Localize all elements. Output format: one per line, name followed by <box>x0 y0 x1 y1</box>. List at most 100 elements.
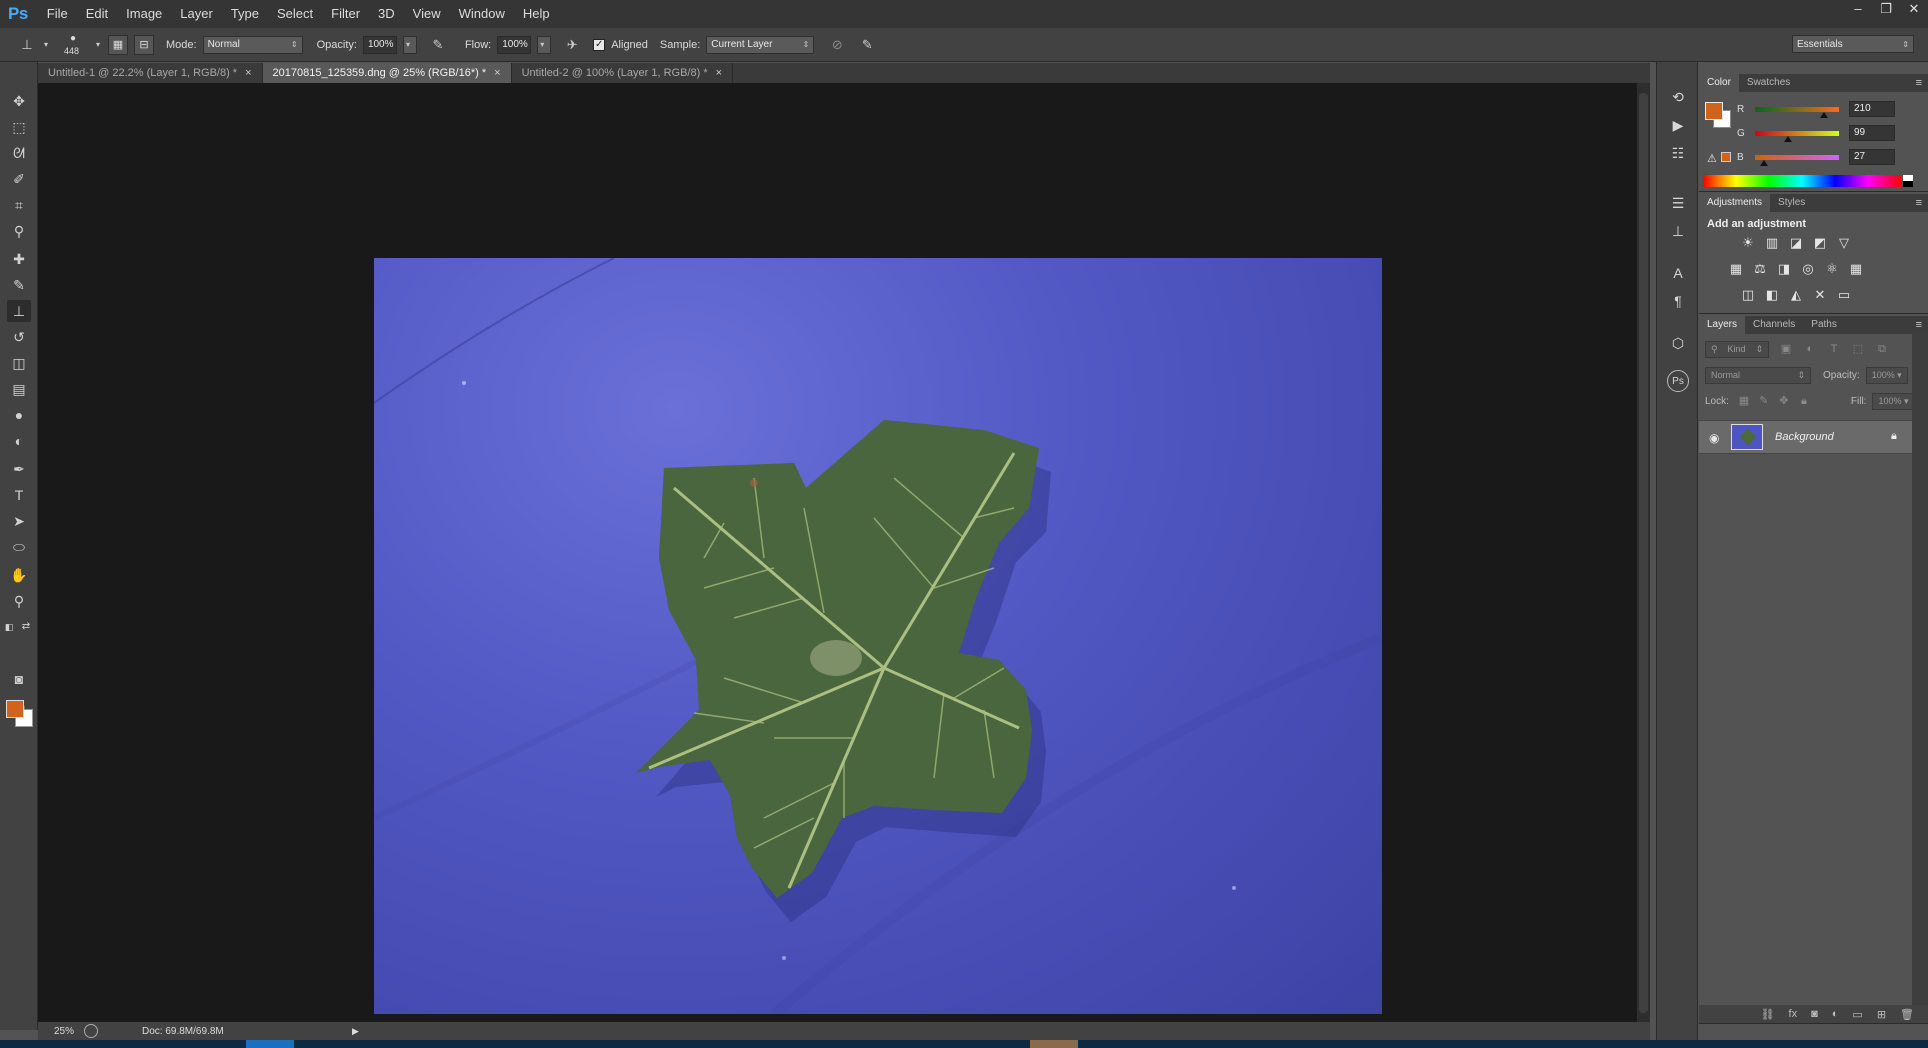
selective-color-icon[interactable]: ✕ <box>1811 286 1829 304</box>
dodge-tool-icon[interactable]: ◐ <box>7 430 31 452</box>
photo-filter-icon[interactable]: ◎ <box>1799 260 1817 278</box>
psd-panel-icon[interactable]: Ps <box>1667 370 1689 392</box>
pen-tool-icon[interactable]: ✒ <box>7 458 31 480</box>
add-mask-icon[interactable]: ◙ <box>1811 1008 1818 1020</box>
paragraph-panel-icon[interactable]: ¶ <box>1667 290 1689 312</box>
red-slider[interactable] <box>1755 106 1839 118</box>
layer-row-background[interactable]: ◉ Background 🔒︎ <box>1699 420 1912 454</box>
slider-knob[interactable] <box>1760 159 1769 166</box>
foreground-color-swatch[interactable] <box>6 700 24 718</box>
brush-tool-icon[interactable]: ✎ <box>7 274 31 296</box>
black-white-icon[interactable]: ◨ <box>1775 260 1793 278</box>
actions-panel-icon[interactable]: ▶ <box>1667 114 1689 136</box>
vibrance-icon[interactable]: ▽ <box>1835 234 1853 252</box>
quick-selection-tool-icon[interactable]: ✐ <box>7 168 31 190</box>
opacity-dropdown[interactable]: ▾ <box>402 35 417 54</box>
black-white-ramp[interactable] <box>1903 175 1913 187</box>
history-panel-icon[interactable]: ⟲ <box>1667 86 1689 108</box>
panel-menu-icon[interactable]: ≡ <box>1916 316 1922 334</box>
green-slider[interactable] <box>1755 130 1839 142</box>
close-icon[interactable]: × <box>245 63 251 83</box>
clone-source-panel-icon[interactable]: ⊟ <box>134 34 154 55</box>
brush-chevron-icon[interactable]: ▾ <box>94 35 102 55</box>
panel-menu-icon[interactable]: ≡ <box>1916 194 1922 212</box>
scrollbar-thumb[interactable] <box>1639 93 1648 1013</box>
link-layers-icon[interactable]: ⛓ <box>1761 1008 1775 1021</box>
shape-layer-filter-icon[interactable]: ⬚ <box>1851 342 1865 356</box>
threshold-icon[interactable]: ◭ <box>1787 286 1805 304</box>
opacity-input[interactable]: 100% <box>362 35 397 54</box>
layer-style-fx-icon[interactable]: fx <box>1789 1008 1798 1020</box>
move-tool-icon[interactable]: ✥ <box>7 90 31 112</box>
tab-layers[interactable]: Layers <box>1699 316 1746 334</box>
quick-mask-icon[interactable]: ◙ <box>7 668 31 690</box>
tab-untitled-1[interactable]: Untitled-1 @ 22.2% (Layer 1, RGB/8) * × <box>38 63 263 83</box>
blend-mode-select[interactable]: Normal ⇕ <box>1705 366 1811 384</box>
invert-icon[interactable]: ◫ <box>1739 286 1757 304</box>
layer-opacity-input[interactable]: 100% ▾ <box>1865 366 1908 384</box>
character-panel-icon[interactable]: A <box>1667 262 1689 284</box>
history-brush-tool-icon[interactable]: ↺ <box>7 326 31 348</box>
status-info-icon[interactable] <box>84 1024 98 1038</box>
ignore-adjustment-layers-icon[interactable]: ⊘ <box>828 35 846 55</box>
new-layer-icon[interactable]: ⊞ <box>1877 1008 1886 1021</box>
layers-scrollbar[interactable] <box>1912 334 1928 1006</box>
layer-fill-input[interactable]: 100% ▾ <box>1872 392 1915 410</box>
menu-window[interactable]: Window <box>450 0 514 28</box>
red-value-input[interactable]: 210 <box>1849 101 1895 117</box>
healing-brush-tool-icon[interactable]: ✚ <box>7 248 31 270</box>
levels-icon[interactable]: ▥ <box>1763 234 1781 252</box>
gradient-map-icon[interactable]: ▭ <box>1835 286 1853 304</box>
marquee-tool-icon[interactable]: ⬚ <box>7 116 31 138</box>
canvas-vertical-scrollbar[interactable] <box>1637 83 1650 1022</box>
airbrush-icon[interactable]: ✈ <box>563 35 581 55</box>
status-menu-arrow-icon[interactable]: ▶ <box>352 1026 359 1037</box>
brightness-contrast-icon[interactable]: ☀ <box>1739 234 1757 252</box>
properties-panel-icon[interactable]: ☷ <box>1667 142 1689 164</box>
sample-select[interactable]: Current Layer ⇕ <box>706 35 815 54</box>
new-adjustment-layer-icon[interactable]: ◐ <box>1832 1008 1839 1020</box>
panel-menu-icon[interactable]: ≡ <box>1916 74 1922 92</box>
slider-knob[interactable] <box>1783 135 1792 142</box>
pressure-size-icon[interactable]: ✎ <box>858 35 876 55</box>
zoom-level-field[interactable]: 25% <box>38 1026 82 1037</box>
gamut-correction-swatch[interactable] <box>1721 152 1731 162</box>
document-canvas-area[interactable] <box>38 83 1650 1022</box>
menu-file[interactable]: File <box>38 0 77 28</box>
hand-tool-icon[interactable]: ✋ <box>7 564 31 586</box>
menu-filter[interactable]: Filter <box>322 0 369 28</box>
close-button[interactable]: ✕ <box>1900 0 1928 20</box>
type-tool-icon[interactable]: T <box>7 484 31 506</box>
clone-stamp-tool-icon[interactable]: ⊥ <box>7 300 31 322</box>
menu-edit[interactable]: Edit <box>77 0 117 28</box>
default-colors-icon[interactable]: ◧ <box>3 616 15 638</box>
channel-mixer-icon[interactable]: ⚛ <box>1823 260 1841 278</box>
brush-panel-toggle-icon[interactable]: ▦ <box>108 34 128 55</box>
menu-select[interactable]: Select <box>268 0 322 28</box>
tab-channels[interactable]: Channels <box>1745 316 1803 334</box>
mode-select[interactable]: Normal ⇕ <box>202 35 303 54</box>
document-image-ivy-leaf[interactable] <box>374 258 1382 1014</box>
color-balance-icon[interactable]: ⚖ <box>1751 260 1769 278</box>
lock-all-icon[interactable]: 🔒︎ <box>1797 394 1811 408</box>
color-lookup-icon[interactable]: ▦ <box>1847 260 1865 278</box>
smart-object-filter-icon[interactable]: ⧉ <box>1875 342 1889 356</box>
minimize-button[interactable]: – <box>1844 0 1872 20</box>
exposure-icon[interactable]: ◩ <box>1811 234 1829 252</box>
tab-styles[interactable]: Styles <box>1770 194 1813 212</box>
menu-layer[interactable]: Layer <box>171 0 222 28</box>
3d-panel-icon[interactable]: ⬡ <box>1667 332 1689 354</box>
lasso-tool-icon[interactable]: ᘛ <box>7 142 31 164</box>
posterize-icon[interactable]: ◧ <box>1763 286 1781 304</box>
adjustment-layer-filter-icon[interactable]: ◐ <box>1803 342 1817 356</box>
taskbar-item[interactable] <box>1030 1040 1078 1048</box>
color-spectrum-ramp[interactable] <box>1703 175 1901 187</box>
brush-presets-panel-icon[interactable]: ☰ <box>1667 192 1689 214</box>
tool-preset-chevron-icon[interactable]: ▾ <box>42 35 50 55</box>
delete-layer-icon[interactable]: 🗑︎ <box>1900 1008 1914 1021</box>
zoom-tool-icon[interactable]: ⚲ <box>7 590 31 612</box>
eyedropper-tool-icon[interactable]: ⚲ <box>7 220 31 242</box>
green-value-input[interactable]: 99 <box>1849 125 1895 141</box>
lock-transparency-icon[interactable]: ▦ <box>1737 394 1751 408</box>
tab-untitled-2[interactable]: Untitled-2 @ 100% (Layer 1, RGB/8) * × <box>511 63 734 83</box>
